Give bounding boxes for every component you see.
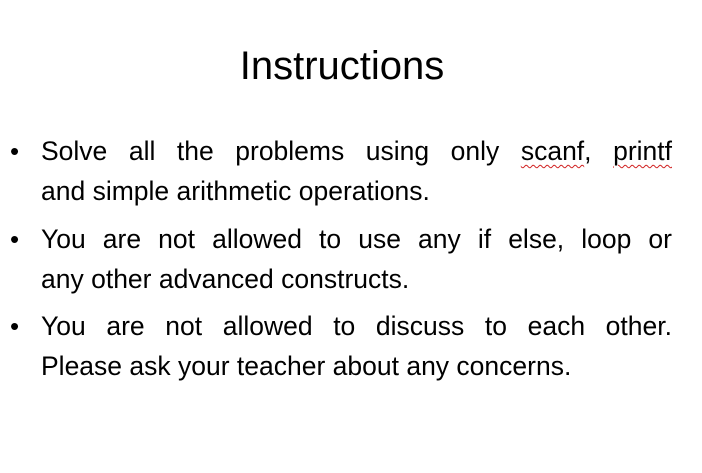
bullet-icon: • xyxy=(10,136,20,166)
bullet-line: You are not allowed to use any if else, … xyxy=(41,224,672,254)
bullet-line: Solve all the problems using only scanf,… xyxy=(41,131,672,171)
bullet-line: You are not allowed to discuss to each o… xyxy=(41,311,672,341)
bullet-line: and simple arithmetic operations. xyxy=(41,176,430,206)
bullet-line: any other advanced constructs. xyxy=(41,264,410,294)
bullet-line: Please ask your teacher about any concer… xyxy=(41,351,572,381)
bullet-icon: • xyxy=(10,311,20,341)
spellcheck-flagged-word: scanf xyxy=(520,136,585,166)
slide: Instructions • Solve all the problems us… xyxy=(0,0,702,473)
bullet-icon: • xyxy=(10,224,20,254)
bullet-text: , xyxy=(584,136,614,166)
bullet-list: • Solve all the problems using only scan… xyxy=(0,0,702,473)
bullet-text: Solve all the problems using only xyxy=(41,136,521,166)
spellcheck-flagged-word: printf xyxy=(613,136,672,166)
